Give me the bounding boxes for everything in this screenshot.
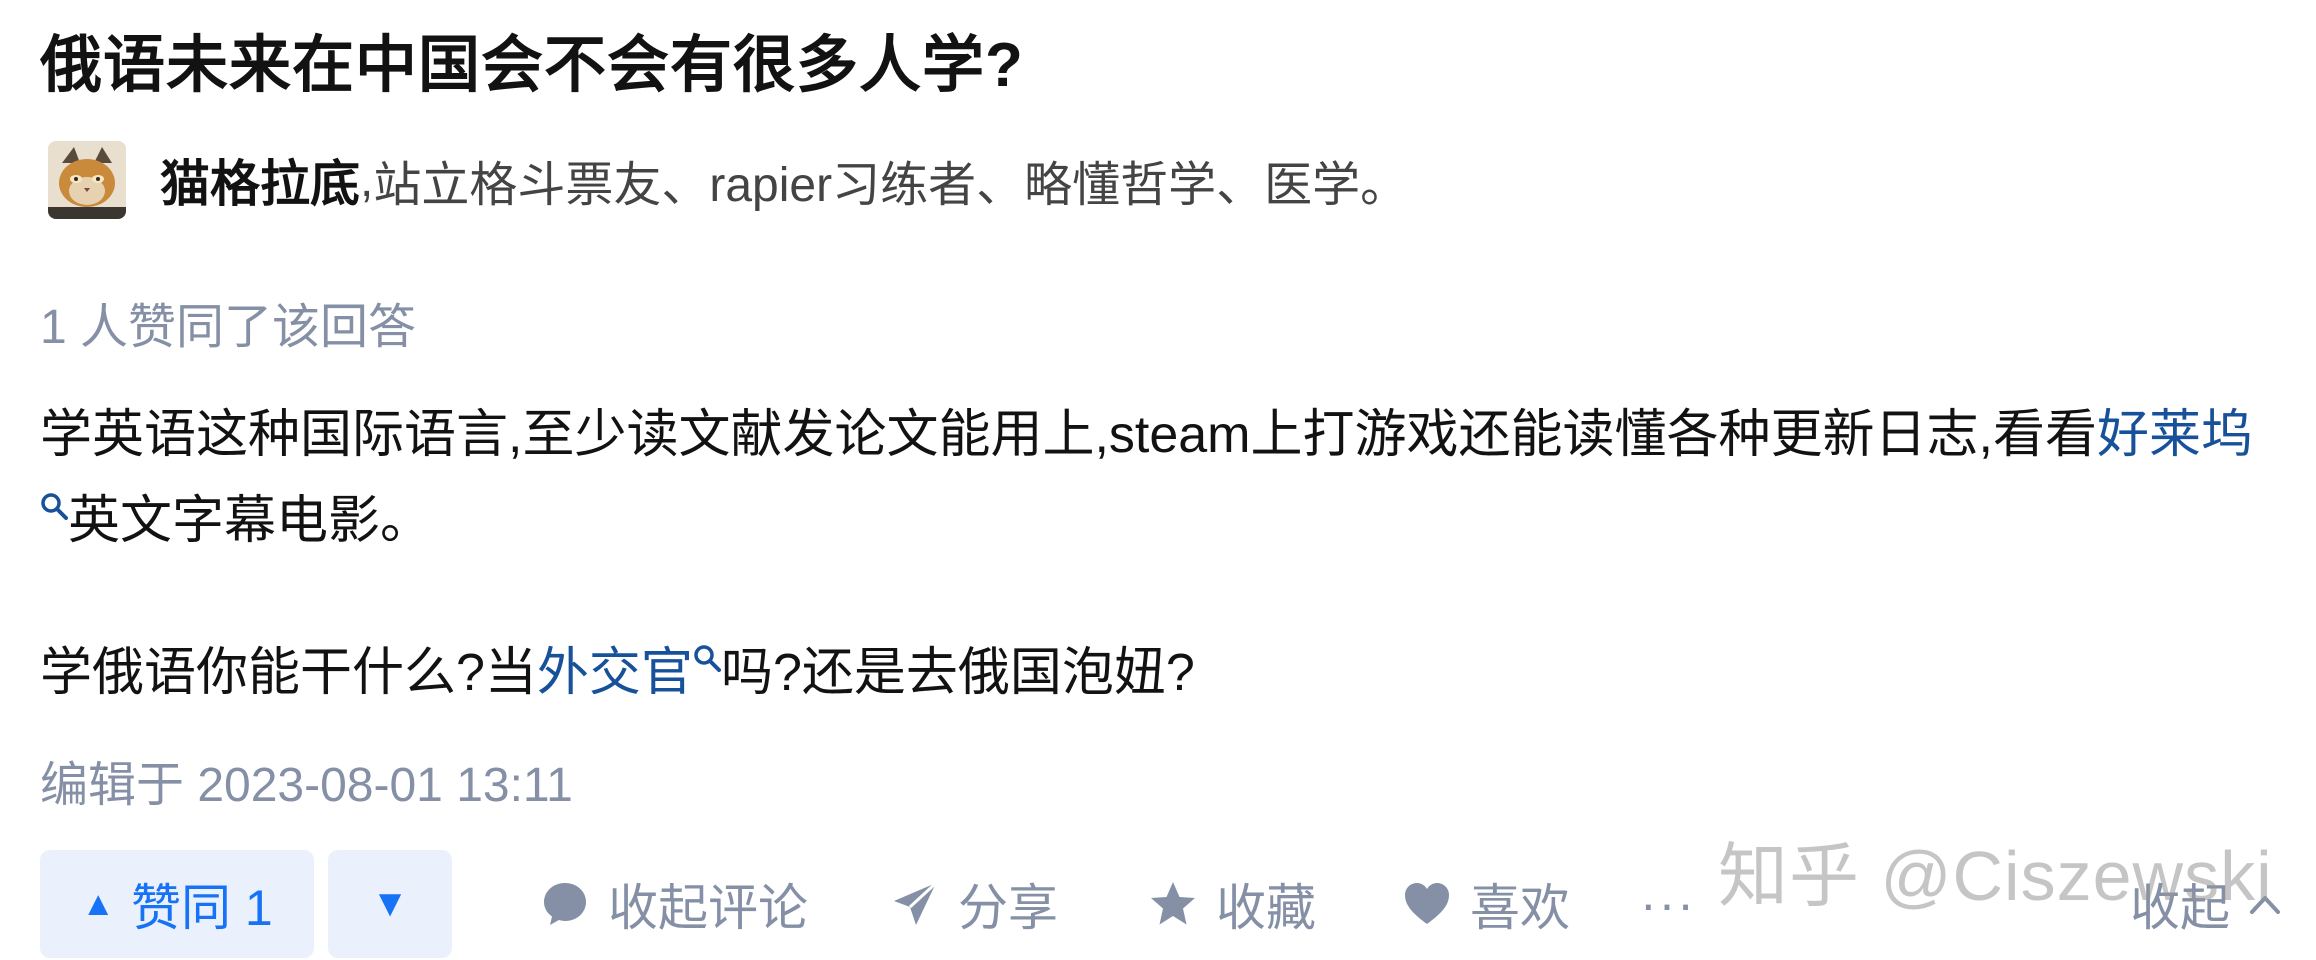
comment-toggle-button[interactable]: 收起评论 [540,850,808,958]
star-icon [1151,882,1195,925]
triangle-up-icon: ▲ [81,884,115,923]
comment-bubble-icon [544,883,586,925]
watermark: 知乎 @Ciszewski [1718,837,2273,915]
paragraph-text: 学俄语你能干什么?当 [40,644,537,702]
paragraph-text: 英文字幕电影。 [68,492,433,550]
author-name[interactable]: 猫格拉底 [160,144,360,216]
link-text: 好莱坞 [2096,406,2253,464]
heart-icon [1405,883,1449,924]
share-label: 分享 [958,880,1058,936]
search-icon [694,645,721,672]
more-options-button[interactable]: ··· [1640,850,1696,958]
paragraph-text: 学英语这种国际语言,至少读文献发论文能用上,steam上打游戏还能读懂各种更新日… [40,406,2097,464]
paper-plane-icon [894,881,938,925]
favorite-button[interactable]: 收藏 [1148,850,1316,958]
upvote-button[interactable]: ▲ 赞同 1 [40,850,314,958]
question-title[interactable]: 俄语未来在中国会不会有很多人学? [40,28,1024,104]
more-dots-icon: ··· [1640,876,1696,932]
triangle-down-icon: ▼ [371,882,409,925]
author-separator: , [360,153,374,207]
answer-paragraph: 学俄语你能干什么?当外交官 吗?还是去俄国泡妞? [40,630,2280,716]
downvote-button[interactable]: ▼ [328,850,452,958]
like-label: 喜欢 [1470,880,1570,936]
favorite-label: 收藏 [1216,880,1316,936]
upvote-label: 赞同 1 [130,880,273,936]
share-button[interactable]: 分享 [890,850,1058,958]
votes-hint: 1 人赞同了该回答 [40,301,417,354]
author-row: 猫格拉底 , 站立格斗票友、rapier习练者、略懂哲学、医学。 [48,140,1408,220]
cat-avatar-icon [48,141,126,219]
search-link-diplomat[interactable]: 外交官 [537,644,721,702]
comment-toggle-label: 收起评论 [608,880,808,936]
author-avatar[interactable] [48,141,126,219]
paragraph-text: 吗?还是去俄国泡妞? [720,644,1195,702]
answer-content: 学英语这种国际语言,至少读文献发论文能用上,steam上打游戏还能读懂各种更新日… [40,392,2280,716]
like-button[interactable]: 喜欢 [1402,850,1570,958]
answer-paragraph: 学英语这种国际语言,至少读文献发论文能用上,steam上打游戏还能读懂各种更新日… [40,392,2280,564]
search-icon [41,493,68,520]
edited-timestamp[interactable]: 编辑于 2023-08-01 13:11 [40,745,573,815]
link-text: 外交官 [536,644,693,702]
author-bio: 站立格斗票友、rapier习练者、略懂哲学、医学。 [373,159,1409,212]
